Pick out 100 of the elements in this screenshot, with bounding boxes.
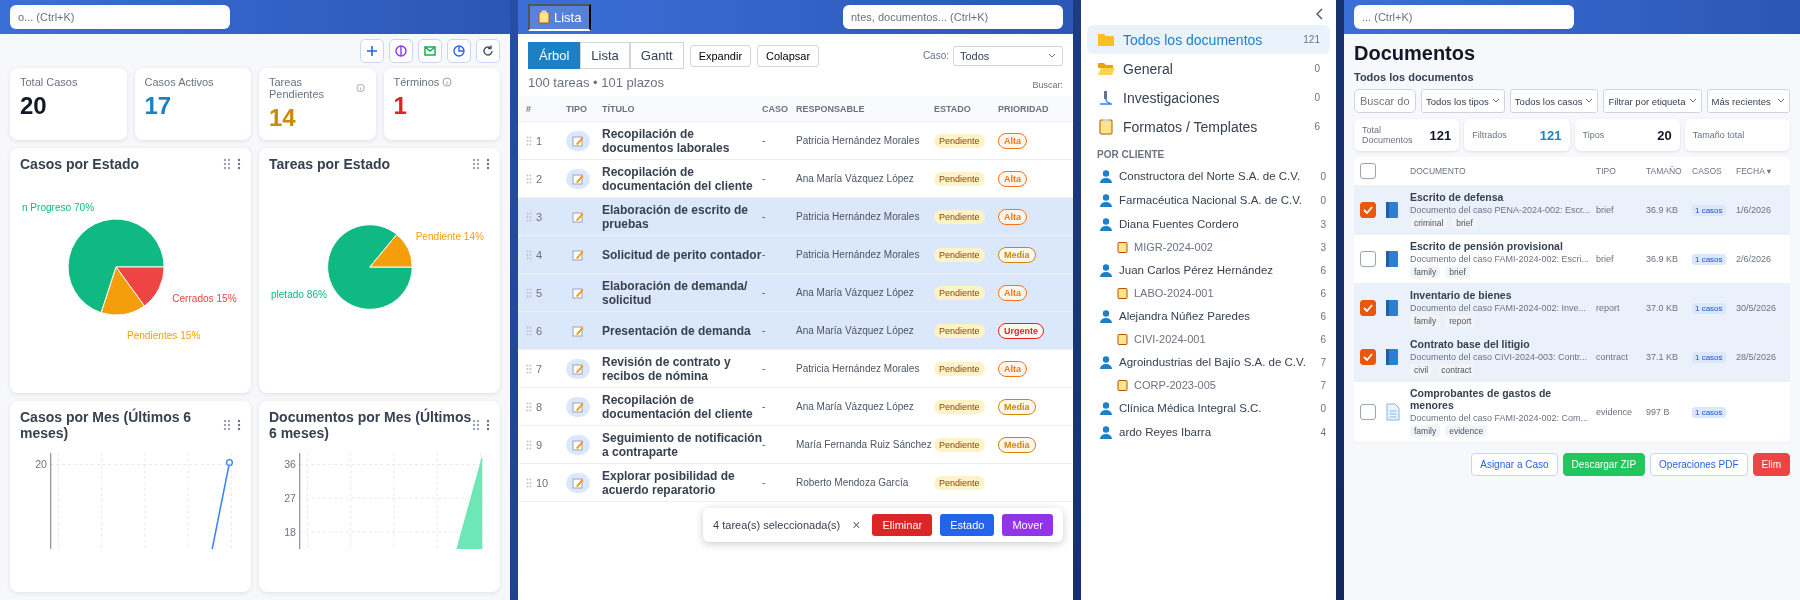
- table-row[interactable]: 8 Recopilación de documentación del cliente - Ana María Vázquez López Pendiente Media: [518, 388, 1073, 426]
- table-row[interactable]: 3 Elaboración de escrito de pruebas - Patricia Hernández Morales Pendiente Alta: [518, 198, 1073, 236]
- table-cell-text: -: [762, 325, 767, 336]
- table-cell-text: Ana María Vázquez López: [796, 287, 915, 298]
- person-icon: [1099, 263, 1113, 277]
- document-name: Escrito de defensa: [1410, 191, 1505, 203]
- client-item[interactable]: Constructora del Norte S.A. de C.V. 0: [1081, 164, 1336, 188]
- row-checkbox[interactable]: [1360, 404, 1376, 420]
- view-tab[interactable]: Árbol: [528, 42, 581, 69]
- view-tab[interactable]: Lista: [580, 42, 630, 69]
- row-checkbox[interactable]: [1360, 251, 1376, 267]
- tag: family: [1410, 315, 1441, 327]
- status-badge: Pendiente: [934, 361, 985, 376]
- search-field[interactable]: Buscar do: [1354, 89, 1416, 113]
- priority-badge: Media: [998, 246, 1036, 263]
- add-button[interactable]: [360, 39, 384, 63]
- toolbar-button[interactable]: [447, 39, 471, 63]
- page-subtitle: Todos los documentos: [1354, 71, 1475, 83]
- table-cell-text: 36.9 KB: [1646, 254, 1680, 264]
- table-cell-text: report: [1596, 303, 1621, 313]
- memo-icon: [572, 134, 584, 147]
- item-count: 7: [1320, 379, 1326, 391]
- slice-label: Cerrados 15%: [172, 293, 237, 305]
- open-folder-icon: [1097, 60, 1115, 77]
- toolbar-button[interactable]: [389, 39, 413, 63]
- table-row[interactable]: 5 Elaboración de demanda/ solicitud - Ana María Vázquez López Pendiente Alta: [518, 274, 1073, 312]
- status-badge: Pendiente: [934, 133, 985, 148]
- action-button[interactable]: Estado: [940, 514, 995, 536]
- filter-select[interactable]: Todos los casos: [1509, 89, 1599, 113]
- drag-handle-icon: [526, 477, 532, 488]
- action-button[interactable]: Operaciones PDF: [1650, 453, 1748, 476]
- toolbar-button[interactable]: [476, 39, 500, 63]
- action-button[interactable]: Mover: [1002, 514, 1053, 536]
- client-item[interactable]: Alejandra Núñez Paredes 6: [1081, 304, 1336, 328]
- search-field[interactable]: o... (Ctrl+K): [10, 5, 230, 29]
- toolbar-button[interactable]: Expandir: [689, 44, 752, 67]
- table-row[interactable]: 6 Presentación de demanda - Ana María Vázquez López Pendiente Urgente: [518, 312, 1073, 350]
- action-button[interactable]: Eliminar: [872, 514, 933, 536]
- case-item[interactable]: MIGR-2024-002 3: [1081, 236, 1336, 258]
- case-item[interactable]: CORP-2023-005 7: [1081, 374, 1336, 396]
- table-row[interactable]: 4 Solicitud de perito contador- Patricia Hernández Morales Pendiente Media: [518, 236, 1073, 274]
- case-item[interactable]: CIVI-2024-001 6: [1081, 328, 1336, 350]
- filter-select[interactable]: Más recientes: [1706, 89, 1790, 113]
- search-field[interactable]: ntes, documentos... (Ctrl+K): [843, 5, 1063, 29]
- clipboard-icon: [1117, 241, 1128, 253]
- book-icon: [1384, 348, 1400, 366]
- table-row[interactable]: 10 Explorar posibilidad de acuerdo reparatorio - Roberto Mendoza García Pendiente: [518, 464, 1073, 502]
- toolbar-button[interactable]: [418, 39, 442, 63]
- client-item[interactable]: Diana Fuentes Cordero 3: [1081, 212, 1336, 236]
- table-cell-text: evidence: [1596, 407, 1634, 417]
- chevron-down-icon: [1491, 98, 1500, 104]
- clipboard-icon: [1117, 333, 1128, 345]
- action-button[interactable]: Asignar a Caso: [1471, 453, 1558, 476]
- client-item[interactable]: Juan Carlos Pérez Hernández 6: [1081, 258, 1336, 282]
- chevron-down-icon: [1585, 98, 1594, 104]
- stat-label: Total Documentos: [1362, 125, 1414, 145]
- tab[interactable]: Lista: [528, 3, 592, 31]
- priority-badge: Media: [998, 436, 1036, 453]
- task-title: Solicitud de perito contador: [602, 247, 762, 262]
- slice-label: Pendientes 15%: [126, 330, 201, 342]
- case-select[interactable]: Todos: [953, 45, 1063, 66]
- search-label: Buscar:: [1032, 80, 1063, 90]
- table-row[interactable]: 7 Revisión de contrato y recibos de nómina - Patricia Hernández Morales Pendiente Alta: [518, 350, 1073, 388]
- client-item[interactable]: Clínica Médica Integral S.C. 0: [1081, 396, 1336, 420]
- item-count: 121: [1303, 34, 1320, 45]
- tag: family: [1410, 425, 1441, 437]
- priority-badge: Media: [998, 398, 1036, 415]
- client-item[interactable]: Farmacéutica Nacional S.A. de C.V. 0: [1081, 188, 1336, 212]
- folder-item[interactable]: General 0: [1087, 54, 1330, 83]
- chart-title: Documentos por Mes (Últimos 6 meses): [269, 409, 472, 441]
- tag: contract: [1437, 364, 1476, 376]
- case-item[interactable]: LABO-2024-001 6: [1081, 282, 1336, 304]
- table-row[interactable]: 9 Seguimiento de notificación a contraparte - María Fernanda Ruiz Sánchez Pendiente Media: [518, 426, 1073, 464]
- action-button[interactable]: Elim: [1752, 453, 1790, 476]
- table-row[interactable]: 1 Recopilación de documentos laborales - Patricia Hernández Morales Pendiente Alta: [518, 122, 1073, 160]
- document-description: Documento del caso FAMI-2024-002: Com...: [1410, 413, 1590, 423]
- search-field[interactable]: ... (Ctrl+K): [1354, 5, 1574, 29]
- row-checkbox[interactable]: [1360, 202, 1376, 218]
- status-badge: Pendiente: [934, 437, 985, 452]
- toolbar-button[interactable]: Colapsar: [757, 44, 820, 67]
- table-cell-text: Ana María Vázquez López: [796, 401, 915, 412]
- view-tab[interactable]: Gantt: [629, 42, 684, 69]
- filter-select[interactable]: Todos los tipos: [1421, 89, 1505, 113]
- select-all-checkbox[interactable]: [1360, 163, 1376, 179]
- client-item[interactable]: ardo Reyes Ibarra 4: [1081, 420, 1336, 444]
- close-button[interactable]: ×: [848, 517, 865, 533]
- section-heading: POR CLIENTE: [1096, 148, 1166, 162]
- status-badge: Pendiente: [934, 323, 985, 338]
- folder-item[interactable]: Todos los documentos 121: [1087, 25, 1330, 54]
- clipboard-icon: [1097, 118, 1115, 135]
- folder-item[interactable]: Formatos / Templates 6: [1087, 112, 1330, 141]
- row-checkbox[interactable]: [1360, 349, 1376, 365]
- slice-label: n Progreso 70%: [21, 202, 95, 214]
- table-cell-text: brief: [1596, 205, 1615, 215]
- row-checkbox[interactable]: [1360, 300, 1376, 316]
- filter-select[interactable]: Filtrar por etiqueta: [1603, 89, 1702, 113]
- drag-handle-icon: [223, 419, 231, 431]
- folder-item[interactable]: Investigaciones 0: [1087, 83, 1330, 112]
- client-item[interactable]: Agroindustrias del Bajío S.A. de C.V. 7: [1081, 350, 1336, 374]
- memo-icon: [572, 210, 584, 223]
